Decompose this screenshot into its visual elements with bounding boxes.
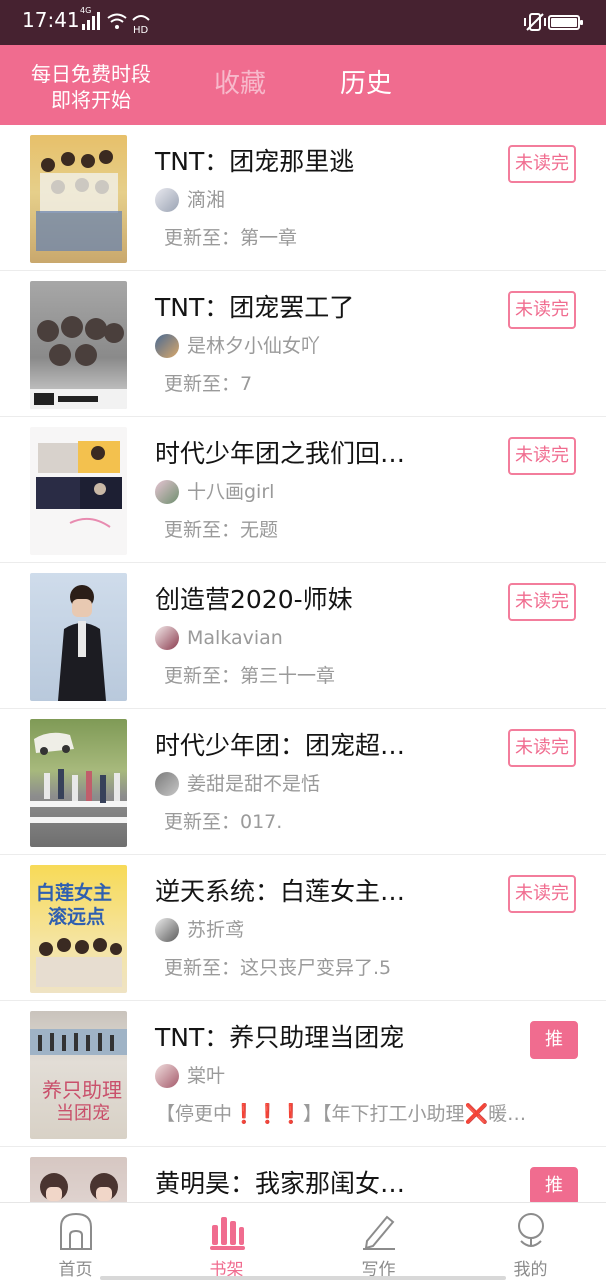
promo-line-1: 每日免费时段 <box>31 62 151 86</box>
unread-badge: 未读完 <box>508 729 576 767</box>
book-cover <box>30 281 127 409</box>
profile-icon <box>517 1213 544 1247</box>
author-name: 是林夕小仙女吖 <box>187 335 321 357</box>
list-item[interactable]: 创造营2020-师妹 Malkavian 更新至：第三十一章 未读完 <box>0 563 606 709</box>
book-cover <box>30 719 127 847</box>
book-title: 创造营2020-师妹 <box>155 585 353 614</box>
list-item[interactable]: 时代少年团：团宠超… 姜甜是甜不是恬 更新至：017. 未读完 <box>0 709 606 855</box>
recommend-badge: 推荐 <box>530 1167 578 1230</box>
unread-badge: 未读完 <box>508 437 576 475</box>
author-name: 苏折鸢 <box>187 919 245 941</box>
unread-badge: 未读完 <box>508 145 576 183</box>
nav-mine[interactable]: 我的 <box>455 1203 606 1280</box>
svg-text:当团宠: 当团宠 <box>56 1103 110 1124</box>
author-info: 棠叶 <box>155 1063 225 1089</box>
nav-home[interactable]: 首页 <box>0 1203 151 1280</box>
gesture-bar[interactable] <box>100 1276 506 1280</box>
book-title: 时代少年团之我们回… <box>155 439 406 468</box>
author-avatar <box>155 1064 179 1088</box>
update-status: 更新至：这只丧尸变异了.5 <box>164 957 392 979</box>
author-info: 滴湘 <box>155 187 225 213</box>
author-avatar <box>155 480 179 504</box>
svg-text:白莲女主: 白莲女主 <box>36 881 112 904</box>
promo-line-2: 即将开始 <box>51 88 131 112</box>
home-icon <box>59 1212 92 1250</box>
svg-text:养只助理: 养只助理 <box>42 1078 122 1102</box>
update-status: 更新至：第三十一章 <box>164 665 336 687</box>
tab-history[interactable]: 历史 <box>340 67 392 101</box>
header-bar: 每日免费时段 即将开始 收藏 历史 <box>0 45 606 125</box>
update-status: 【停更中❗❗❗】【年下打工小助理❌暖… <box>156 1103 527 1125</box>
battery-icon <box>548 15 583 30</box>
bookshelf-icon <box>209 1217 245 1250</box>
author-name: Malkavian <box>187 627 283 649</box>
status-time: 17:41 <box>22 8 80 32</box>
author-info: 是林夕小仙女吖 <box>155 333 320 359</box>
author-avatar <box>155 772 179 796</box>
book-title: 黄明昊：我家那闺女… <box>155 1169 406 1198</box>
tab-favorites[interactable]: 收藏 <box>214 67 266 101</box>
unread-badge: 未读完 <box>508 875 576 913</box>
author-info: 苏折鸢 <box>155 917 244 943</box>
update-status: 更新至：无题 <box>164 519 279 541</box>
wifi-icon <box>107 13 127 29</box>
signal-icon <box>82 12 100 30</box>
svg-text:滚远点: 滚远点 <box>48 905 105 928</box>
pencil-icon <box>362 1215 395 1250</box>
svg-text:HD: HD <box>133 25 149 34</box>
author-avatar <box>155 626 179 650</box>
bottom-nav: 首页 书架 写作 我的 <box>0 1202 606 1280</box>
update-status: 更新至：7 <box>164 373 253 395</box>
hd-voice-icon: HD <box>132 15 150 34</box>
update-status: 更新至：017. <box>164 811 283 833</box>
history-list: TNT：团宠那里逃 滴湘 更新至：第一章 未读完 TNT：团宠罢工了 是林夕小仙… <box>0 125 606 1280</box>
author-name: 十八画girl <box>187 481 275 503</box>
book-title: TNT：团宠那里逃 <box>155 147 355 176</box>
free-period-promo[interactable]: 每日免费时段 即将开始 <box>18 61 164 113</box>
list-item[interactable]: 时代少年团之我们回… 十八画girl 更新至：无题 未读完 <box>0 417 606 563</box>
nav-write[interactable]: 写作 <box>303 1203 454 1280</box>
list-item[interactable]: TNT：团宠罢工了 是林夕小仙女吖 更新至：7 未读完 <box>0 271 606 417</box>
status-bar: 17:41 4G HD <box>0 0 606 45</box>
unread-badge: 未读完 <box>508 583 576 621</box>
author-info: 十八画girl <box>155 479 274 505</box>
book-title: 时代少年团：团宠超… <box>155 731 406 760</box>
unread-badge: 未读完 <box>508 291 576 329</box>
author-name: 姜甜是甜不是恬 <box>187 773 321 795</box>
author-info: 姜甜是甜不是恬 <box>155 771 320 797</box>
author-avatar <box>155 918 179 942</box>
book-title: TNT：养只助理当团宠 <box>155 1023 405 1052</box>
book-title: TNT：团宠罢工了 <box>155 293 355 322</box>
book-cover <box>30 573 127 701</box>
recommend-badge: 推荐 <box>530 1021 578 1084</box>
book-cover <box>30 135 127 263</box>
nav-bookshelf[interactable]: 书架 <box>151 1203 302 1280</box>
book-cover: 白莲女主 滚远点 <box>30 865 127 993</box>
author-avatar <box>155 188 179 212</box>
list-item[interactable]: 白莲女主 滚远点 逆天系统：白莲女主… 苏折鸢 更新至：这只丧尸变异了.5 未读… <box>0 855 606 1001</box>
author-avatar <box>155 334 179 358</box>
author-name: 棠叶 <box>187 1065 226 1087</box>
author-info: Malkavian <box>155 625 283 651</box>
book-cover: 养只助理 当团宠 <box>30 1011 127 1139</box>
book-cover <box>30 427 127 555</box>
list-item[interactable]: 养只助理 当团宠 TNT：养只助理当团宠 棠叶 【停更中❗❗❗】【年下打工小助理… <box>0 1001 606 1147</box>
vibrate-mute-icon <box>524 13 546 31</box>
book-title: 逆天系统：白莲女主… <box>155 877 406 906</box>
author-name: 滴湘 <box>187 189 226 211</box>
update-status: 更新至：第一章 <box>164 227 298 249</box>
list-item[interactable]: TNT：团宠那里逃 滴湘 更新至：第一章 未读完 <box>0 125 606 271</box>
